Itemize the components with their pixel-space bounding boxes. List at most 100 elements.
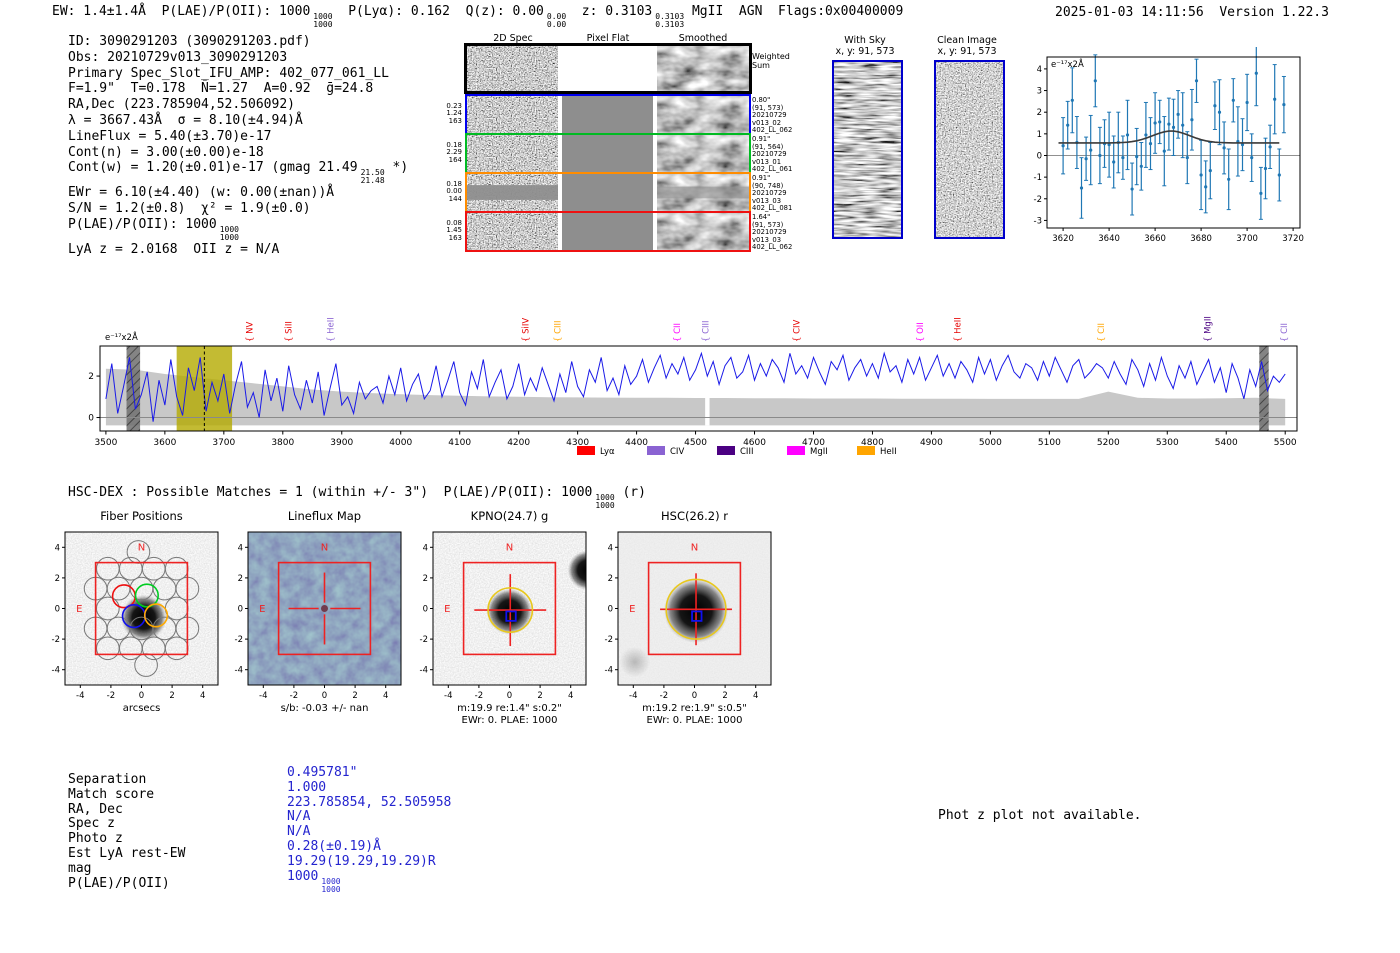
cutout-image: NE — [248, 532, 401, 685]
x-tick-label: 3800 — [271, 438, 294, 448]
cutout-panel-title: HSC(26.2) r — [661, 509, 728, 523]
full-spectrum-plot: 0 2 3500 3600 3700 3800 3900 4000 4100 4200 4300 44… — [85, 297, 1330, 472]
text-segment: z: 0.3103 — [566, 4, 653, 19]
table-row-label: Spec z — [68, 816, 115, 832]
smoothed-strip — [657, 46, 749, 91]
east-label: E — [629, 604, 635, 615]
spec2d-row-left-labels: 0.18 2.29 164 — [436, 141, 462, 165]
data-point — [1268, 145, 1272, 149]
emission-line-label: { MgII — [1203, 316, 1213, 342]
emission-line-label: { CIII — [554, 320, 564, 342]
sky-image-title: Clean Image — [937, 35, 997, 46]
x-tick-label: 2 — [722, 691, 727, 701]
info-line: F=1.9" T=0.178 N̄=1.27 A=0.92 ḡ=24.8 — [68, 81, 408, 97]
emission-line-label: { CIV — [792, 319, 802, 342]
x-tick-label: 5400 — [1215, 438, 1238, 448]
x-tick-label: 4 — [200, 691, 205, 701]
text-segment: Cont(w) = 1.20(±0.01)e-17 (gmag 21.49 — [68, 160, 358, 176]
table-row-label: Match score — [68, 786, 155, 802]
x-tick-label: 4400 — [625, 438, 648, 448]
spec2d-noise-strip — [467, 46, 558, 91]
x-tick-label: 5100 — [1038, 438, 1061, 448]
x-tick-label: -2 — [290, 691, 298, 701]
elixer-report-page: EW: 1.4±1.4Å P(LAE)/P(OII): 1000 1000 1 0 0 0… — [0, 0, 1400, 953]
north-label: N — [691, 542, 698, 553]
legend-swatch — [717, 446, 735, 455]
x-tick-label: 3620 — [1052, 234, 1074, 244]
detection-info-block: ID: 3090291203 (3090291203.pdf) Obs: 2021… — [68, 34, 408, 258]
lighten-rect — [936, 62, 1003, 237]
data-point — [1066, 123, 1070, 127]
y-tick-label: 0 — [55, 605, 60, 615]
table-row: Separation 0.495781" — [68, 765, 357, 787]
data-point — [1222, 146, 1226, 150]
y-tick-label: 4 — [1037, 65, 1042, 75]
text-segment: HSC-DEX : Possible Matches = 1 (within +… — [68, 485, 593, 500]
flux-units-annotation: e⁻¹⁷x2Å — [105, 331, 138, 343]
data-point — [1213, 104, 1217, 108]
spec2d-row-annotations: 0.91" (91, 564) 20210729 v013_01 402_LL_061 — [752, 135, 800, 174]
x-tick-label: -2 — [475, 691, 483, 701]
y-tick-label: 2 — [608, 574, 613, 584]
y-tick-label: 2 — [55, 574, 60, 584]
pixel-flat-strip — [562, 213, 653, 250]
x-tick-label: -4 — [76, 691, 84, 701]
x-tick-label: 0 — [322, 691, 327, 701]
x-tick-label: -2 — [107, 691, 115, 701]
envelope-notch — [705, 397, 710, 426]
table-row-label: mag — [68, 860, 92, 876]
data-point — [1084, 157, 1088, 161]
y-tick-label: -4 — [420, 666, 428, 676]
data-point — [1162, 149, 1166, 153]
data-point — [1171, 125, 1176, 129]
spec2d-row-image — [467, 213, 749, 250]
spec2d-row-left-labels: 0.18 0.00 144 — [436, 180, 462, 204]
pixel-flat-strip — [562, 96, 653, 133]
x-tick-label: 3720 — [1282, 234, 1304, 244]
north-label: N — [138, 542, 145, 553]
x-tick-label: 5500 — [1274, 438, 1297, 448]
text-segment: Cont(n) = 3.00(±0.00)e-18 — [68, 144, 264, 160]
spec2d-row-annotations: 0.80" (91, 573) 20210729 v013_02 402_LL_062 — [752, 96, 800, 135]
line-fit-inset-plot: -3 -2 -1 0 1 2 3 4 3620 3640 3660 3680 3700 3720 e⁻¹⁷x… — [1020, 47, 1320, 252]
table-row-label: Photo z — [68, 831, 123, 847]
table-row-value: 223.785854, 52.505958 — [287, 795, 451, 810]
cutout-xlabel-line2: EWr: 0. PLAE: 1000 — [462, 715, 558, 726]
pixel-flat-strip — [562, 174, 653, 211]
x-tick-label: 4 — [753, 691, 758, 701]
data-point — [1158, 120, 1162, 124]
table-row-label: RA, Dec — [68, 801, 123, 817]
value-text: N/A — [287, 809, 311, 825]
data-point — [1125, 133, 1130, 137]
cutout-panel-title: KPNO(24.7) g — [471, 509, 549, 523]
text-segment: EWr = 6.10(±4.40) (w: 0.00(±nan))Å — [68, 185, 335, 201]
emission-line-label: { OII — [916, 322, 926, 342]
y-tick-label: -4 — [605, 666, 613, 676]
x-tick-label: 3680 — [1190, 234, 1212, 244]
data-point — [1093, 79, 1097, 83]
text-segment: EW: 1.4±1.4Å P(LAE)/P(OII): 1000 — [52, 4, 311, 19]
info-line: P(LAE)/P(OII): 1000 1000 1000 — [68, 217, 408, 242]
table-row: mag 19.29(19.29,19.29)R — [68, 854, 436, 876]
x-tick-label: 4000 — [389, 438, 412, 448]
table-row: Spec z N/A — [68, 809, 310, 832]
cutout-image: NE — [65, 532, 218, 685]
masked-band — [467, 185, 558, 200]
x-tick-label: 2 — [352, 691, 357, 701]
table-row: Match score 1.000 — [68, 780, 326, 802]
info-line: LyA z = 2.0168 OII z = N/A — [68, 242, 408, 258]
text-segment: Primary Spec_Slot_IFU_AMP: 402_077_061_L… — [68, 65, 389, 81]
report-summary-header: EW: 1.4±1.4Å P(LAE)/P(OII): 1000 1000 1000… — [52, 4, 903, 29]
legend-swatch — [857, 446, 875, 455]
data-point — [1194, 79, 1199, 83]
catalog-match-table: Separation 0.495781" Match score 1.000 RA, D… — [68, 765, 451, 893]
y-tick-label: 1 — [1037, 130, 1042, 140]
spec2d-row-left-labels: 0.08 1.45 163 — [436, 219, 462, 243]
data-point — [1061, 144, 1065, 148]
x-tick-label: 5200 — [1097, 438, 1120, 448]
x-tick-label: 4500 — [684, 438, 707, 448]
fraction-part: 1000 — [313, 20, 333, 29]
data-point — [1199, 173, 1203, 177]
emission-line-label: { HeII — [327, 317, 337, 342]
emission-line-label: { NV — [246, 322, 256, 342]
